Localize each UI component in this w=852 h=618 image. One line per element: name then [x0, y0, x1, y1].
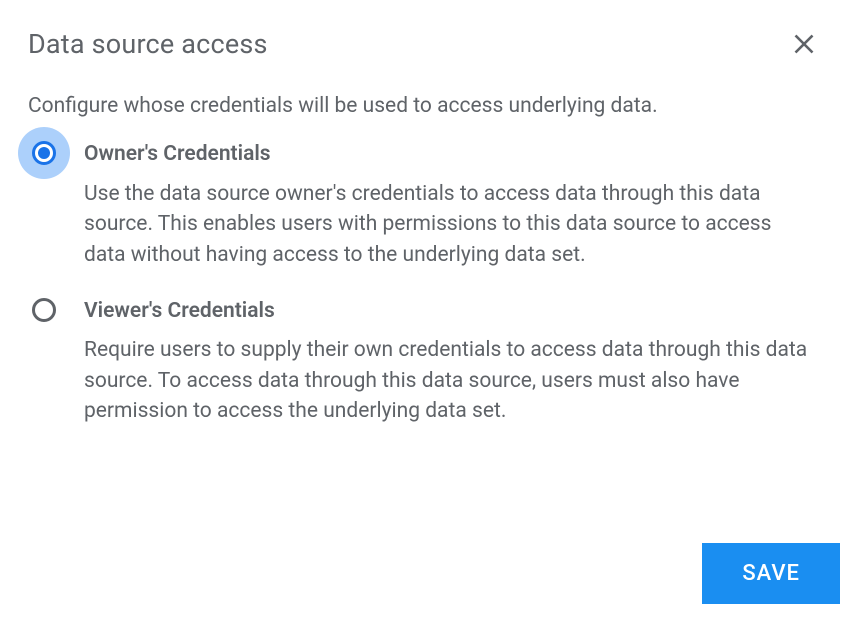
radio-owner[interactable]	[32, 141, 56, 165]
radio-wrap-owner	[28, 141, 84, 165]
radio-wrap-viewer	[28, 298, 84, 322]
radio-viewer[interactable]	[32, 298, 56, 322]
option-owner-label: Owner's Credentials	[84, 141, 816, 168]
dialog-footer: SAVE	[702, 543, 840, 604]
option-owner-description: Use the data source owner's credentials …	[84, 179, 816, 270]
option-viewer-label: Viewer's Credentials	[84, 298, 816, 325]
option-viewer-text: Viewer's Credentials Require users to su…	[84, 298, 824, 427]
dialog-header: Data source access	[28, 24, 824, 64]
save-button[interactable]: SAVE	[702, 543, 840, 604]
option-owner-text: Owner's Credentials Use the data source …	[84, 141, 824, 270]
option-viewer-description: Require users to supply their own creden…	[84, 335, 816, 426]
close-button[interactable]	[784, 24, 824, 64]
dialog-title: Data source access	[28, 28, 268, 60]
dialog-description: Configure whose credentials will be used…	[28, 92, 824, 121]
option-owner: Owner's Credentials Use the data source …	[28, 141, 824, 270]
close-icon	[791, 31, 817, 57]
option-viewer: Viewer's Credentials Require users to su…	[28, 298, 824, 427]
